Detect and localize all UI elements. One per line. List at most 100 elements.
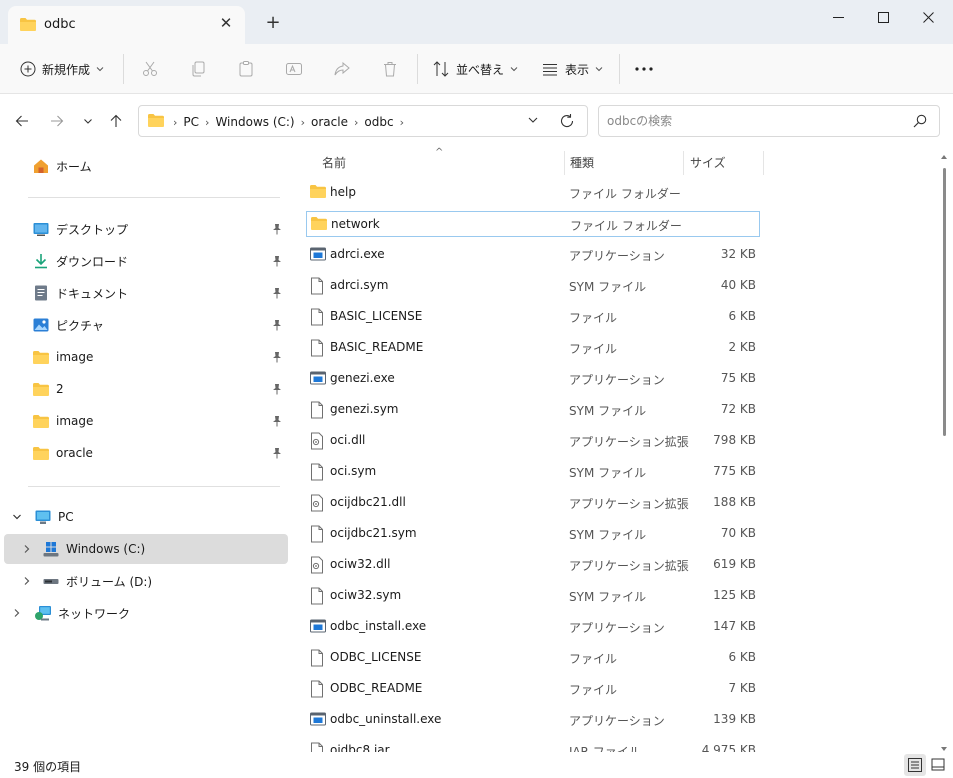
sidebar-item-home[interactable]: ホーム: [4, 151, 288, 181]
file-row[interactable]: help ファイル フォルダー: [306, 180, 760, 206]
recent-locations-button[interactable]: [78, 111, 98, 131]
chevron-right-icon[interactable]: [20, 544, 34, 554]
forward-button[interactable]: [47, 111, 67, 131]
column-divider[interactable]: [564, 151, 565, 175]
sidebar-item-image-2[interactable]: image: [4, 406, 288, 436]
refresh-icon[interactable]: [559, 113, 575, 132]
column-header-size[interactable]: サイズ: [690, 147, 726, 177]
column-header-type[interactable]: 種類: [570, 147, 594, 177]
file-row[interactable]: oci.dll アプリケーション拡張 798 KB: [306, 428, 760, 454]
column-divider[interactable]: [683, 151, 684, 175]
rename-button[interactable]: [285, 54, 303, 84]
pin-icon[interactable]: [272, 287, 282, 302]
plus-circle-icon: [20, 61, 36, 77]
search-box[interactable]: [598, 105, 940, 137]
toolbar-divider: [619, 54, 620, 84]
up-button[interactable]: [106, 111, 126, 131]
chevron-right-icon[interactable]: [20, 576, 34, 586]
file-type: JAR ファイル: [569, 745, 641, 752]
file-row[interactable]: genezi.sym SYM ファイル 72 KB: [306, 397, 760, 423]
tab-close-icon[interactable]: ✕: [217, 14, 235, 32]
file-row[interactable]: ocijdbc21.sym SYM ファイル 70 KB: [306, 521, 760, 547]
file-row[interactable]: genezi.exe アプリケーション 75 KB: [306, 366, 760, 392]
maximize-button[interactable]: [861, 4, 905, 30]
cut-button[interactable]: [141, 54, 159, 84]
file-size: 798 KB: [713, 433, 756, 447]
column-divider[interactable]: [763, 151, 764, 175]
file-size: 125 KB: [713, 588, 756, 602]
address-dropdown-icon[interactable]: [527, 114, 539, 129]
more-icon: [635, 67, 653, 71]
delete-button[interactable]: [381, 54, 399, 84]
pin-icon[interactable]: [272, 223, 282, 238]
breadcrumb-oracle[interactable]: oracle: [311, 115, 348, 129]
scroll-up-icon[interactable]: [940, 150, 948, 159]
address-bar-row: › PC › Windows (C:) › oracle › odbc ›: [0, 95, 953, 147]
file-row[interactable]: oci.sym SYM ファイル 775 KB: [306, 459, 760, 485]
sidebar-item-desktop[interactable]: デスクトップ: [4, 214, 288, 244]
sidebar-item-2[interactable]: 2: [4, 374, 288, 404]
pc-icon: [34, 508, 52, 526]
chevron-right-icon[interactable]: [10, 608, 24, 618]
breadcrumb-odbc[interactable]: odbc: [364, 115, 393, 129]
vertical-scrollbar[interactable]: [940, 150, 948, 751]
sidebar-item-drive-c[interactable]: Windows (C:): [4, 534, 288, 564]
scrollbar-thumb[interactable]: [943, 168, 946, 436]
paste-button[interactable]: [237, 54, 255, 84]
close-button[interactable]: [906, 4, 950, 30]
sidebar-item-oracle[interactable]: oracle: [4, 438, 288, 468]
file-row[interactable]: odbc_uninstall.exe アプリケーション 139 KB: [306, 707, 760, 733]
sidebar-item-network[interactable]: ネットワーク: [4, 598, 288, 628]
file-row[interactable]: odbc_install.exe アプリケーション 147 KB: [306, 614, 760, 640]
file-type: アプリケーション: [569, 249, 665, 263]
file-row[interactable]: adrci.sym SYM ファイル 40 KB: [306, 273, 760, 299]
tab-odbc[interactable]: odbc ✕: [8, 6, 245, 44]
file-row[interactable]: ODBC_README ファイル 7 KB: [306, 676, 760, 702]
file-size: 32 KB: [720, 247, 756, 261]
pin-icon[interactable]: [272, 383, 282, 398]
breadcrumb-drive-c[interactable]: Windows (C:): [215, 115, 294, 129]
sidebar-item-downloads[interactable]: ダウンロード: [4, 246, 288, 276]
sidebar-item-pc[interactable]: PC: [4, 502, 288, 532]
file-icon: [309, 680, 327, 698]
sidebar-item-documents[interactable]: ドキュメント: [4, 278, 288, 308]
pin-icon[interactable]: [272, 447, 282, 462]
file-row[interactable]: ojdbc8.jar JAR ファイル 4,975 KB: [306, 738, 760, 752]
sidebar-item-pictures[interactable]: ピクチャ: [4, 310, 288, 340]
new-tab-button[interactable]: +: [262, 12, 284, 34]
sidebar-item-drive-d[interactable]: ボリューム (D:): [4, 566, 288, 596]
copy-button[interactable]: [189, 54, 207, 84]
file-row[interactable]: ociw32.sym SYM ファイル 125 KB: [306, 583, 760, 609]
file-type: ファイル: [569, 311, 618, 325]
back-button[interactable]: [12, 111, 32, 131]
search-icon[interactable]: [913, 114, 927, 131]
share-button[interactable]: [333, 54, 351, 84]
new-button[interactable]: 新規作成: [20, 54, 104, 84]
address-bar[interactable]: › PC › Windows (C:) › oracle › odbc ›: [138, 105, 588, 137]
pin-icon[interactable]: [272, 351, 282, 366]
pin-icon[interactable]: [272, 319, 282, 334]
file-row[interactable]: adrci.exe アプリケーション 32 KB: [306, 242, 760, 268]
sidebar-item-image[interactable]: image: [4, 342, 288, 372]
pin-icon[interactable]: [272, 255, 282, 270]
file-row[interactable]: network ファイル フォルダー: [306, 211, 760, 237]
column-header-name[interactable]: 名前: [322, 147, 346, 177]
view-button[interactable]: 表示: [541, 54, 603, 84]
pin-icon[interactable]: [272, 415, 282, 430]
breadcrumb-pc[interactable]: PC: [183, 115, 199, 129]
search-input[interactable]: [607, 112, 897, 130]
minimize-button[interactable]: [816, 4, 860, 30]
file-type: アプリケーション: [569, 714, 665, 728]
file-row[interactable]: ODBC_LICENSE ファイル 6 KB: [306, 645, 760, 671]
scroll-down-icon[interactable]: [940, 742, 948, 751]
details-view-button[interactable]: [904, 754, 926, 776]
more-button[interactable]: [634, 54, 654, 84]
file-row[interactable]: BASIC_README ファイル 2 KB: [306, 335, 760, 361]
sidebar-item-label: oracle: [56, 446, 93, 460]
chevron-down-icon[interactable]: [10, 512, 24, 522]
file-row[interactable]: ociw32.dll アプリケーション拡張 619 KB: [306, 552, 760, 578]
sort-button[interactable]: 並べ替え: [432, 54, 518, 84]
tiles-view-button[interactable]: [927, 754, 949, 776]
file-row[interactable]: BASIC_LICENSE ファイル 6 KB: [306, 304, 760, 330]
file-row[interactable]: ocijdbc21.dll アプリケーション拡張 188 KB: [306, 490, 760, 516]
